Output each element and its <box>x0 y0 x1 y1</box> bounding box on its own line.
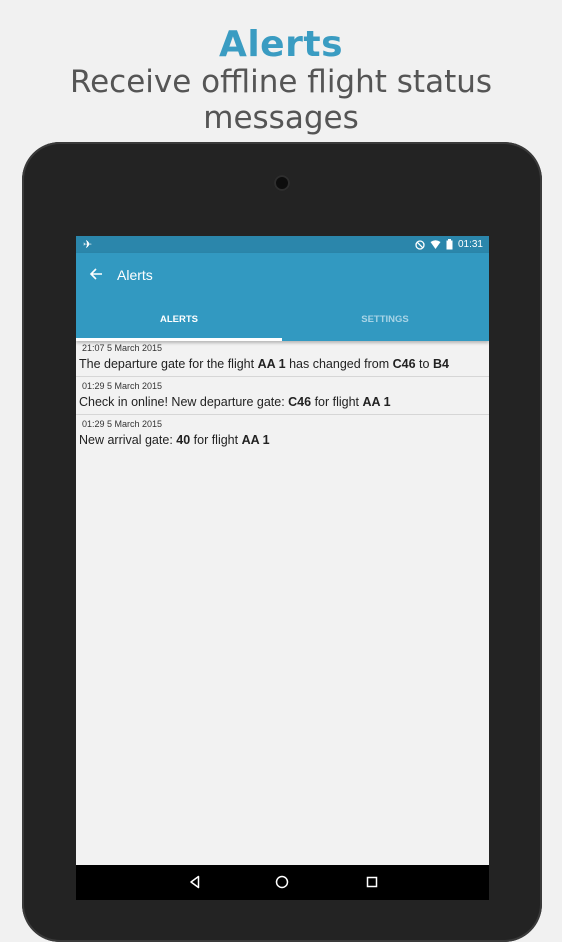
list-item[interactable]: 01:29 5 March 2015 Check in online! New … <box>76 377 489 415</box>
alert-time: 21:07 5 March 2015 <box>82 343 163 353</box>
nav-back-icon[interactable] <box>187 874 203 890</box>
promo-title: Alerts <box>218 24 343 65</box>
app-bar: Alerts ALERTS SETTINGS <box>76 253 489 341</box>
tablet-frame: ✈ 01:31 Alerts ALERTS SETTINGS 21:07 5 M… <box>22 142 542 942</box>
alert-time: 01:29 5 March 2015 <box>82 419 163 429</box>
promo-subtitle: Receive offline flight status messages <box>69 64 493 136</box>
device-screen: ✈ 01:31 Alerts ALERTS SETTINGS 21:07 5 M… <box>76 236 489 900</box>
status-bar: ✈ 01:31 <box>76 236 489 253</box>
list-item[interactable]: 21:07 5 March 2015 The departure gate fo… <box>76 341 489 377</box>
camera-icon <box>274 175 290 191</box>
nav-home-icon[interactable] <box>274 874 290 890</box>
alert-message: New arrival gate: 40 for flight AA 1 <box>79 433 270 447</box>
tab-settings[interactable]: SETTINGS <box>282 313 488 341</box>
nav-recent-apps-icon[interactable] <box>364 874 380 890</box>
wifi-icon <box>430 239 441 249</box>
navigation-bar <box>76 865 489 900</box>
alert-message: The departure gate for the flight AA 1 h… <box>79 357 449 371</box>
app-bar-title: Alerts <box>117 267 153 283</box>
battery-icon <box>446 239 453 250</box>
alert-message: Check in online! New departure gate: C46… <box>79 395 391 409</box>
alerts-list: 21:07 5 March 2015 The departure gate fo… <box>76 341 489 452</box>
tab-alerts[interactable]: ALERTS <box>76 313 282 341</box>
arrow-left-icon[interactable] <box>88 266 104 282</box>
airplane-mode-icon: ✈ <box>83 239 93 251</box>
alert-time: 01:29 5 March 2015 <box>82 381 163 391</box>
status-time: 01:31 <box>457 239 483 250</box>
list-item[interactable]: 01:29 5 March 2015 New arrival gate: 40 … <box>76 415 489 452</box>
do-not-disturb-icon <box>415 239 425 250</box>
